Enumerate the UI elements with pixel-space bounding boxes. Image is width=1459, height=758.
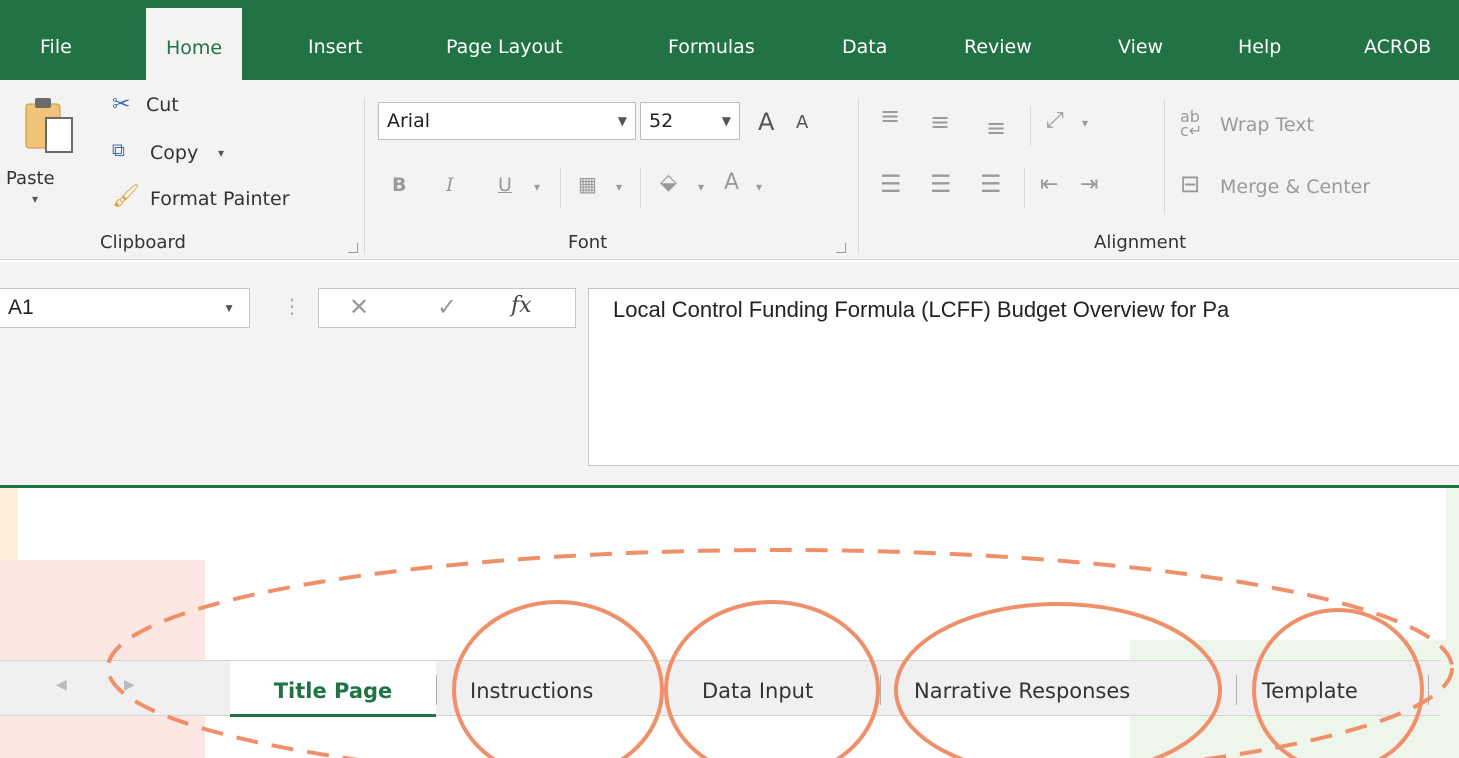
paste-dropdown-icon[interactable]: ▾ (32, 192, 38, 206)
wrap-text-icon: ab c↵ (1180, 107, 1203, 140)
group-divider (364, 98, 365, 254)
align-center-icon[interactable]: ☰ (930, 170, 952, 198)
chevron-down-icon[interactable]: ▼ (223, 289, 235, 327)
font-size-select[interactable]: 52 ▼ (640, 102, 740, 140)
tab-page-layout[interactable]: Page Layout (446, 0, 563, 80)
font-name-select[interactable]: Arial ▼ (378, 102, 636, 140)
cut-label: Cut (146, 94, 179, 116)
font-launcher-icon[interactable] (836, 243, 846, 253)
name-box-value: A1 (8, 296, 34, 319)
tab-data[interactable]: Data (842, 0, 887, 80)
orientation-icon[interactable]: ⤢ (1046, 108, 1064, 133)
copy-label: Copy (150, 142, 199, 164)
copy-dropdown-icon[interactable]: ▾ (218, 146, 224, 160)
font-size-value: 52 (649, 110, 674, 132)
divider (436, 675, 437, 705)
formula-input[interactable]: Local Control Funding Formula (LCFF) Bud… (588, 288, 1459, 466)
merge-center-icon: ⊟ (1180, 170, 1201, 198)
tab-home[interactable]: Home (146, 8, 243, 80)
tab-help[interactable]: Help (1238, 0, 1281, 80)
divider (1030, 106, 1031, 146)
format-painter-icon: 🖌 (112, 184, 140, 209)
format-painter-button[interactable]: 🖌 Format Painter (112, 184, 342, 216)
cut-button[interactable]: ✂ Cut (112, 92, 222, 124)
grow-font-button[interactable]: A (758, 108, 774, 136)
scroll-left-icon[interactable]: ◀ (56, 677, 67, 693)
sheet-tab-title-page[interactable]: Title Page (230, 661, 436, 717)
ribbon-tab-bar: File Home Insert Page Layout Formulas Da… (0, 0, 1459, 80)
paste-button[interactable]: Paste ▾ (6, 90, 94, 220)
clipboard-launcher-icon[interactable] (348, 243, 358, 253)
fill-color-icon[interactable]: ⬙ (660, 170, 677, 195)
italic-button[interactable]: I (446, 174, 454, 196)
copy-icon: ⧉ (112, 140, 125, 161)
orientation-dropdown-icon[interactable]: ▾ (1082, 116, 1088, 130)
divider (640, 168, 641, 208)
formula-content: Local Control Funding Formula (LCFF) Bud… (613, 297, 1230, 322)
formula-buttons: ✕ ✓ fx (318, 288, 576, 328)
chevron-down-icon: ▼ (617, 114, 627, 128)
format-painter-label: Format Painter (150, 188, 290, 210)
align-bottom-icon[interactable]: ≡ (986, 114, 1006, 142)
font-color-button[interactable]: A (724, 170, 739, 195)
paste-label: Paste (6, 168, 55, 189)
alignment-group-label: Alignment (1094, 232, 1187, 253)
insert-function-icon[interactable]: fx (511, 293, 532, 318)
tab-view[interactable]: View (1118, 0, 1163, 80)
decrease-indent-icon[interactable]: ⇤ (1040, 172, 1058, 197)
divider (880, 675, 881, 705)
drag-handle-icon[interactable]: ⋮ (282, 294, 302, 318)
align-top-icon[interactable]: ≡ (880, 102, 900, 130)
divider (1024, 168, 1025, 208)
tab-acrobat[interactable]: ACROB (1364, 0, 1431, 80)
fill-color-dropdown-icon[interactable]: ▾ (698, 180, 704, 194)
cancel-icon[interactable]: ✕ (349, 293, 369, 321)
enter-check-icon[interactable]: ✓ (437, 293, 457, 321)
wrap-text-button[interactable]: ab c↵ Wrap Text (1180, 107, 1380, 146)
copy-button[interactable]: ⧉ Copy ▾ (112, 138, 252, 170)
sheet-tab-data-input[interactable]: Data Input (702, 661, 813, 717)
chevron-down-icon: ▼ (721, 114, 731, 128)
borders-dropdown-icon[interactable]: ▾ (616, 180, 622, 194)
align-right-icon[interactable]: ☰ (980, 170, 1002, 198)
borders-icon[interactable]: ▦ (578, 172, 597, 196)
bold-button[interactable]: B (392, 174, 406, 196)
divider (1236, 675, 1237, 705)
divider (560, 168, 561, 208)
formula-bar-area: A1 ▼ ⋮ ✕ ✓ fx Local Control Funding Form… (0, 262, 1459, 488)
sheet-tab-template[interactable]: Template (1262, 661, 1358, 717)
sheet-tab-instructions[interactable]: Instructions (470, 661, 593, 717)
name-box[interactable]: A1 ▼ (0, 288, 250, 328)
underline-button[interactable]: U (498, 174, 512, 196)
sheet-tab-narrative-responses[interactable]: Narrative Responses (914, 661, 1130, 717)
merge-center-button[interactable]: ⊟ Merge & Center (1180, 170, 1440, 208)
decorative-pink-block (0, 560, 205, 758)
divider (666, 675, 667, 705)
ribbon-home: Paste ▾ ✂ Cut ⧉ Copy ▾ 🖌 Format Painter … (0, 80, 1459, 260)
tab-insert[interactable]: Insert (308, 0, 363, 80)
font-group-label: Font (568, 232, 608, 253)
sheet-tab-bar: ◀ ▶ Title Page Instructions Data Input N… (0, 660, 1440, 717)
increase-indent-icon[interactable]: ⇥ (1080, 172, 1098, 197)
underline-dropdown-icon[interactable]: ▾ (534, 180, 540, 194)
merge-center-label: Merge & Center (1220, 176, 1371, 198)
font-name-value: Arial (387, 110, 431, 132)
group-divider (858, 98, 859, 254)
clipboard-group-label: Clipboard (100, 232, 186, 253)
font-color-dropdown-icon[interactable]: ▾ (756, 180, 762, 194)
paste-icon (25, 98, 73, 153)
shrink-font-button[interactable]: A (796, 112, 808, 133)
align-left-icon[interactable]: ☰ (880, 170, 902, 198)
wrap-text-label: Wrap Text (1220, 114, 1314, 136)
scroll-right-icon[interactable]: ▶ (124, 677, 135, 693)
tab-review[interactable]: Review (964, 0, 1032, 80)
divider (1164, 100, 1165, 214)
divider (1428, 675, 1429, 705)
align-middle-icon[interactable]: ≡ (930, 108, 950, 136)
tab-file[interactable]: File (40, 0, 72, 80)
scissors-icon: ✂ (112, 92, 131, 117)
tab-formulas[interactable]: Formulas (668, 0, 755, 80)
